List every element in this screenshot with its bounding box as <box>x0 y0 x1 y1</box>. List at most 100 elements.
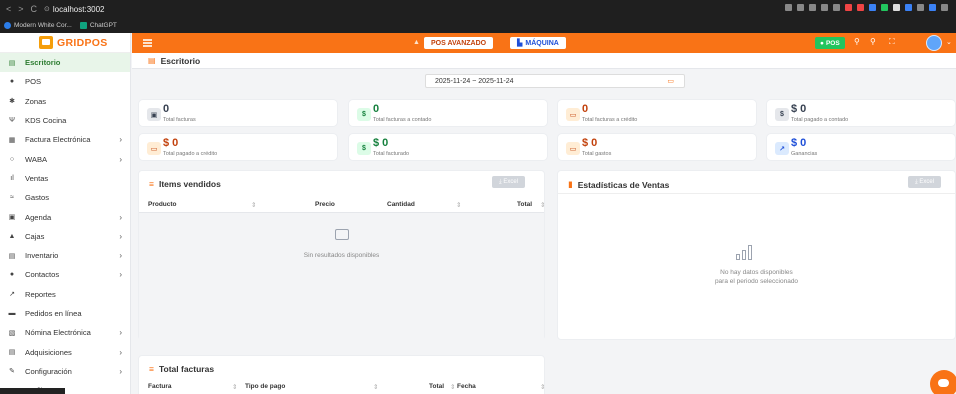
sidebar-item-zonas[interactable]: ✱ Zonas <box>0 92 130 111</box>
extension-icon[interactable] <box>821 4 828 11</box>
chevron-right-icon[interactable]: › <box>119 251 122 260</box>
stat-card: $ $ 0 Total pagado a contado <box>766 99 956 127</box>
zoom-in-icon[interactable]: ⚲ <box>854 37 860 46</box>
extension-icon[interactable] <box>857 4 864 11</box>
sidebar-item-cajas[interactable]: ▲ Cajas › <box>0 227 130 246</box>
chat-button[interactable] <box>930 370 956 394</box>
fullscreen-icon[interactable]: ⛶ <box>889 37 895 47</box>
sales-icon: ıl <box>10 174 14 182</box>
extension-icon[interactable] <box>833 4 840 11</box>
sidebar-item-agenda[interactable]: ▣ Agenda › <box>0 207 130 226</box>
sidebar-item-pedidos-en-l-nea[interactable]: ▬ Pedidos en línea <box>0 304 130 323</box>
column-header-product[interactable]: Producto <box>148 201 177 208</box>
pos-button[interactable]: ● POS <box>815 37 845 49</box>
extension-icon[interactable] <box>869 4 876 11</box>
date-range-picker[interactable]: 2025-11-24 ~ 2025-11-24 ▭ <box>425 74 685 88</box>
download-icon[interactable] <box>941 4 948 11</box>
chevron-down-icon[interactable]: ⌄ <box>946 38 952 46</box>
chevron-right-icon[interactable]: › <box>119 348 122 357</box>
extension-icon[interactable] <box>785 4 792 11</box>
sidebar-item-configuraci-n[interactable]: ✎ Configuración › <box>0 362 130 381</box>
column-header-quantity[interactable]: Cantidad <box>387 201 415 208</box>
empty-inbox-icon <box>335 229 349 240</box>
sidebar-item-kds-cocina[interactable]: Ψ KDS Cocina <box>0 111 130 130</box>
reload-icon[interactable]: C <box>31 4 38 14</box>
sidebar-item-label: Gastos <box>25 193 50 203</box>
sidebar-item-gastos[interactable]: ≈ Gastos <box>0 188 130 207</box>
stat-card: ▭ $ 0 Total pagado a crédito <box>138 133 338 161</box>
sidebar-item-n-mina-electr-nica[interactable]: ▧ Nómina Electrónica › <box>0 323 130 342</box>
chevron-right-icon[interactable]: › <box>119 328 122 337</box>
stat-value: $ 0 <box>373 137 389 149</box>
sort-icon[interactable]: ⇕ <box>450 383 455 391</box>
sort-icon[interactable]: ⇕ <box>540 383 545 391</box>
sidebar-item-label: Pedidos en línea <box>25 309 82 318</box>
sort-icon[interactable]: ⇕ <box>540 201 545 209</box>
extension-icon[interactable] <box>845 4 852 11</box>
sidebar-item-escritorio[interactable]: ▤ Escritorio <box>0 53 130 73</box>
payroll-icon: ▧ <box>8 329 16 337</box>
settings-icon: ✎ <box>9 368 15 376</box>
stat-card: ▣ 0 Total facturas <box>138 99 338 127</box>
items-excel-button[interactable]: ⤓ Excel <box>492 176 525 188</box>
sales-excel-button[interactable]: ⤓ Excel <box>908 176 941 188</box>
stat-label: Ganancias <box>791 151 818 157</box>
sort-icon[interactable]: ⇕ <box>251 201 256 209</box>
chevron-right-icon[interactable]: › <box>119 232 122 241</box>
column-header-date[interactable]: Fecha <box>457 383 476 390</box>
stat-value: 0 <box>582 103 589 115</box>
app-logo[interactable]: GRIDPOS <box>0 33 130 53</box>
sort-icon[interactable]: ⇕ <box>232 383 237 391</box>
column-header-price[interactable]: Precio <box>315 201 335 208</box>
bookmark-1[interactable]: Modern White Cor... <box>4 21 72 29</box>
calendar-icon: ▣ <box>8 214 16 222</box>
sidebar-item-reportes[interactable]: ↗ Reportes <box>0 285 130 304</box>
back-icon[interactable]: < <box>6 4 11 14</box>
chevron-right-icon[interactable]: › <box>119 213 122 222</box>
sidebar-item-label: POS <box>25 77 42 87</box>
zoom-out-icon[interactable]: ⚲ <box>870 37 876 46</box>
sort-icon[interactable]: ⇕ <box>373 383 378 391</box>
sort-icon[interactable]: ⇕ <box>456 201 461 209</box>
column-header-invoice[interactable]: Factura <box>148 383 171 390</box>
sidebar-item-waba[interactable]: ○ WABA › <box>0 149 130 168</box>
items-table-header: Producto ⇕ Precio Cantidad ⇕ Total ⇕ <box>139 197 545 213</box>
dashboard-icon: ▤ <box>148 56 156 65</box>
chevron-right-icon[interactable]: › <box>119 135 122 144</box>
pos-advanced-button[interactable]: POS AVANZADO <box>424 37 494 49</box>
stat-card: $ $ 0 Total facturado <box>348 133 548 161</box>
calendar-icon[interactable]: ▭ <box>667 77 674 85</box>
sidebar-item-pos[interactable]: ● POS <box>0 72 130 91</box>
sidebar-item-ventas[interactable]: ıl Ventas <box>0 169 130 188</box>
bookmark-2[interactable]: ChatGPT <box>79 21 117 29</box>
chevron-right-icon[interactable]: › <box>119 367 122 376</box>
chevron-right-icon[interactable]: › <box>119 270 122 279</box>
sidebar-item-factura-electr-nica[interactable]: ▦ Factura Electrónica › <box>0 130 130 149</box>
stat-label: Total facturas a contado <box>373 117 432 123</box>
address-bar[interactable]: ⊙ localhost:3002 <box>44 5 104 14</box>
extension-icon[interactable] <box>905 4 912 11</box>
column-header-total[interactable]: Total <box>517 201 532 208</box>
extension-icon[interactable] <box>929 4 936 11</box>
invoices-panel: ≡ Total facturas Factura ⇕ Tipo de pago … <box>138 355 545 394</box>
forward-icon[interactable]: > <box>18 4 23 14</box>
dollar-icon: $ <box>775 108 789 121</box>
alert-icon: ▲ <box>413 39 420 46</box>
extension-icon[interactable] <box>881 4 888 11</box>
extension-icon[interactable] <box>893 4 900 11</box>
column-header-total[interactable]: Total <box>429 383 444 390</box>
chevron-right-icon[interactable]: › <box>119 155 122 164</box>
avatar[interactable] <box>926 35 942 51</box>
sidebar-item-inventario[interactable]: ▤ Inventario › <box>0 246 130 265</box>
extension-icon[interactable] <box>917 4 924 11</box>
site-info-icon[interactable]: ⊙ <box>44 5 50 13</box>
menu-toggle-icon[interactable] <box>143 39 152 41</box>
column-header-payment-type[interactable]: Tipo de pago <box>245 383 285 390</box>
sales-stats-panel: ▮ Estadísticas de Ventas ⤓ Excel No hay … <box>557 170 956 340</box>
extension-icon[interactable] <box>809 4 816 11</box>
extension-icons <box>785 4 948 11</box>
sidebar-item-adquisiciones[interactable]: ▤ Adquisiciones › <box>0 342 130 361</box>
machine-button[interactable]: ▙ MÁQUINA <box>510 37 566 49</box>
extension-icon[interactable] <box>797 4 804 11</box>
sidebar-item-contactos[interactable]: ● Contactos › <box>0 265 130 284</box>
